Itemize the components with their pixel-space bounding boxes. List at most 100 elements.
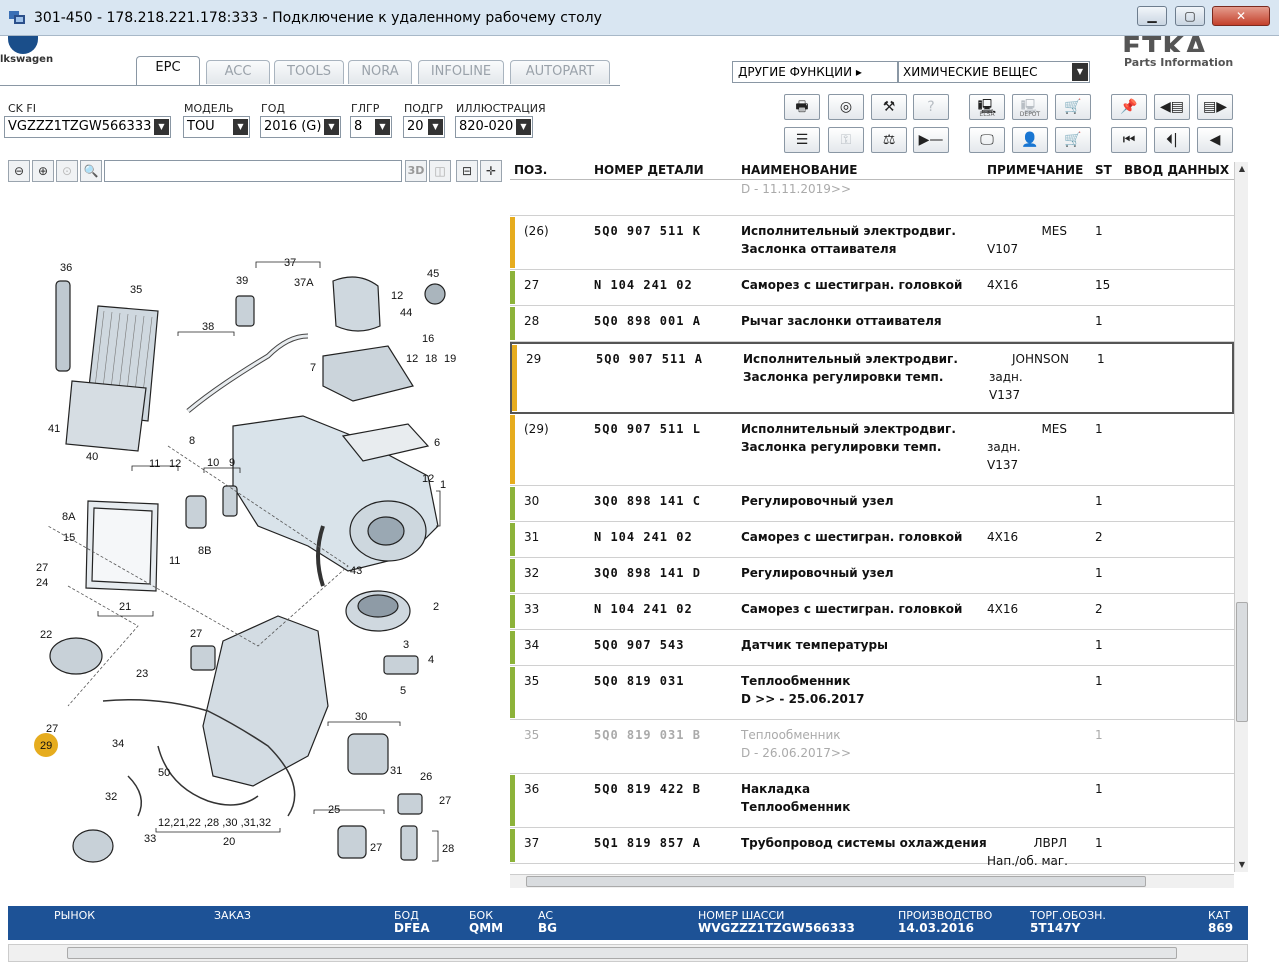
diagram-callout[interactable]: 28 xyxy=(442,843,454,855)
diagram-search-input[interactable] xyxy=(104,160,402,182)
tab-epc[interactable]: EPC xyxy=(136,56,200,86)
diagram-callout[interactable]: 8A xyxy=(62,511,76,523)
header-name[interactable]: НАИМЕНОВАНИЕ xyxy=(741,163,857,177)
diagram-callout[interactable]: 2 xyxy=(433,601,439,613)
minimize-button[interactable]: ▁ xyxy=(1137,6,1167,26)
table-row[interactable]: 35 5Q0 819 031 Теплообменник D >> - 25.06.2… xyxy=(510,666,1234,720)
resize-button[interactable]: ✛ xyxy=(480,160,502,182)
back-button[interactable]: ◀ xyxy=(1197,127,1233,153)
diagram-callout[interactable]: 9 xyxy=(229,457,235,469)
diagram-callout[interactable]: 35 xyxy=(130,284,142,296)
diagram-callout[interactable]: 40 xyxy=(86,451,98,463)
depot-button[interactable]: 🖳 DEPOT xyxy=(1012,94,1048,120)
diagram-callout[interactable]: 15 xyxy=(63,532,75,544)
tab-nora[interactable]: NORA xyxy=(348,60,412,84)
search-button[interactable]: 🔍 xyxy=(80,160,102,182)
help-button[interactable]: ? xyxy=(913,94,949,120)
scroll-down-icon[interactable]: ▼ xyxy=(1235,858,1249,872)
diagram-callout[interactable]: 37A xyxy=(294,277,314,289)
vin-select[interactable]: VGZZZ1TZGW566333 ▼ xyxy=(4,116,171,138)
table-row[interactable]: 37 5Q1 819 857 A Трубопровод системы охлаж… xyxy=(510,828,1234,868)
table-row[interactable]: 29 5Q0 907 511 A Исполнительный электродви… xyxy=(510,342,1234,414)
diagram-callout[interactable]: 12 xyxy=(391,290,403,302)
chevron-down-icon[interactable]: ▼ xyxy=(516,119,531,135)
table-row[interactable]: 34 5Q0 907 543 Датчик температуры 1 xyxy=(510,630,1234,666)
table-row[interactable]: (26) 5Q0 907 511 K Исполнительный электрод… xyxy=(510,216,1234,270)
other-functions-select[interactable]: ХИМИЧЕСКИЕ ВЕЩЕС ▼ xyxy=(898,61,1090,83)
diagram-callout[interactable]: 37 xyxy=(284,257,296,269)
table-row[interactable]: 28 5Q0 898 001 A Рычаг заслонки оттаивател… xyxy=(510,306,1234,342)
monitor-button[interactable]: 🖵 xyxy=(969,127,1005,153)
balance-button[interactable]: ⚖ xyxy=(871,127,907,153)
diagram-callout[interactable]: 32 xyxy=(105,791,117,803)
diagram-callout[interactable]: 19 xyxy=(444,353,456,365)
diagram-callout[interactable]: 27 xyxy=(36,562,48,574)
table-row[interactable]: (29) 5Q0 907 511 L Исполнительный электрод… xyxy=(510,414,1234,486)
chevron-down-icon[interactable]: ▼ xyxy=(375,119,390,135)
pin-button[interactable]: 📌 xyxy=(1111,94,1147,120)
diagram-callout[interactable]: 5 xyxy=(400,685,406,697)
elsa-button[interactable]: 🖳 ELSA xyxy=(969,94,1005,120)
diagram-callout[interactable]: 3 xyxy=(403,639,409,651)
prev-page-button[interactable]: ◀▤ xyxy=(1154,94,1190,120)
diagram-callout[interactable]: 31 xyxy=(390,765,402,777)
diagram-callout[interactable]: 25 xyxy=(328,804,340,816)
zoom-fit-button[interactable]: ⊙ xyxy=(56,160,78,182)
diagram-callout[interactable]: 27 xyxy=(46,723,58,735)
subgroup-select[interactable]: 20 ▼ xyxy=(403,116,445,138)
diagram-callout[interactable]: 8B xyxy=(198,545,211,557)
table-row[interactable]: D - 11.11.2019>> xyxy=(510,182,1234,216)
cart-button[interactable]: 🛒 xyxy=(1055,127,1091,153)
diagram-callout[interactable]: 50 xyxy=(158,767,170,779)
vertical-scroll-thumb[interactable] xyxy=(1236,602,1248,722)
close-button[interactable]: ✕ xyxy=(1212,6,1270,26)
table-horizontal-scrollbar[interactable] xyxy=(510,874,1234,888)
table-row[interactable]: 35 5Q0 819 031 B Теплообменник D - 26.06.20… xyxy=(510,720,1234,774)
tab-tools[interactable]: TOOLS xyxy=(274,60,344,84)
header-st[interactable]: ST xyxy=(1095,163,1112,177)
diagram-callout[interactable]: 34 xyxy=(112,738,124,750)
diagram-callout[interactable]: 20 xyxy=(223,836,235,848)
illustration-select[interactable]: 820-020 ▼ xyxy=(455,116,533,138)
split-view-button[interactable]: ⊟ xyxy=(456,160,478,182)
layout-button[interactable]: ◫ xyxy=(429,160,451,182)
diagram-callout[interactable]: 7 xyxy=(310,362,316,374)
diagram-callout[interactable]: 11 xyxy=(149,458,160,470)
horizontal-scroll-thumb[interactable] xyxy=(526,876,1146,887)
diagram-callout[interactable]: 27 xyxy=(190,628,202,640)
previous-button[interactable]: ⏴| xyxy=(1154,127,1190,153)
table-row[interactable]: 30 3Q0 898 141 C Регулировочный узел 1 xyxy=(510,486,1234,522)
key-button[interactable]: ⚿ xyxy=(828,127,864,153)
diagram-callout[interactable]: 43 xyxy=(350,565,362,577)
tab-autopart[interactable]: AUTOPART xyxy=(510,60,610,84)
cart-transfer-button[interactable]: 🛒 xyxy=(1055,94,1091,120)
diagram-callout[interactable]: 22 xyxy=(40,629,52,641)
chevron-down-icon[interactable]: ▼ xyxy=(324,119,339,135)
diagram-callout[interactable]: 10 xyxy=(207,457,219,469)
window-scroll-thumb[interactable] xyxy=(67,947,1177,959)
diagram-callout[interactable]: 44 xyxy=(400,307,412,319)
maximize-button[interactable]: ▢ xyxy=(1175,6,1205,26)
diagram-callout[interactable]: 38 xyxy=(202,321,214,333)
diagram-callout[interactable]: 6 xyxy=(434,437,440,449)
print-button[interactable]: 🖶 xyxy=(784,94,820,120)
diagram-callout[interactable]: 11 xyxy=(169,555,180,567)
diagram-callout[interactable]: 4 xyxy=(428,654,434,666)
chevron-down-icon[interactable]: ▼ xyxy=(154,119,169,135)
diagram-callout[interactable]: 21 xyxy=(119,601,131,613)
diagram-callout[interactable]: 29 xyxy=(40,740,52,752)
header-note[interactable]: ПРИМЕЧАНИЕ xyxy=(987,163,1083,177)
table-row[interactable]: 31 N 104 241 02 Саморез с шестигран. голов… xyxy=(510,522,1234,558)
table-row[interactable]: 36 5Q0 819 422 B Накладка Теплообменник 1 xyxy=(510,774,1234,828)
chevron-down-icon[interactable]: ▼ xyxy=(1072,63,1088,81)
tab-infoline[interactable]: INFOLINE xyxy=(418,60,504,84)
diagram-callout[interactable]: 24 xyxy=(36,577,48,589)
header-pos[interactable]: ПОЗ. xyxy=(514,163,547,177)
first-button[interactable]: ⏮ xyxy=(1111,127,1147,153)
zoom-in-button[interactable]: ⊕ xyxy=(32,160,54,182)
main-group-select[interactable]: 8 ▼ xyxy=(350,116,392,138)
table-row[interactable]: 32 3Q0 898 141 D Регулировочный узел 1 xyxy=(510,558,1234,594)
diagram-callout[interactable]: 27 xyxy=(370,842,382,854)
diagram-callout[interactable]: 45 xyxy=(427,268,439,280)
tab-acc[interactable]: ACC xyxy=(206,60,270,84)
